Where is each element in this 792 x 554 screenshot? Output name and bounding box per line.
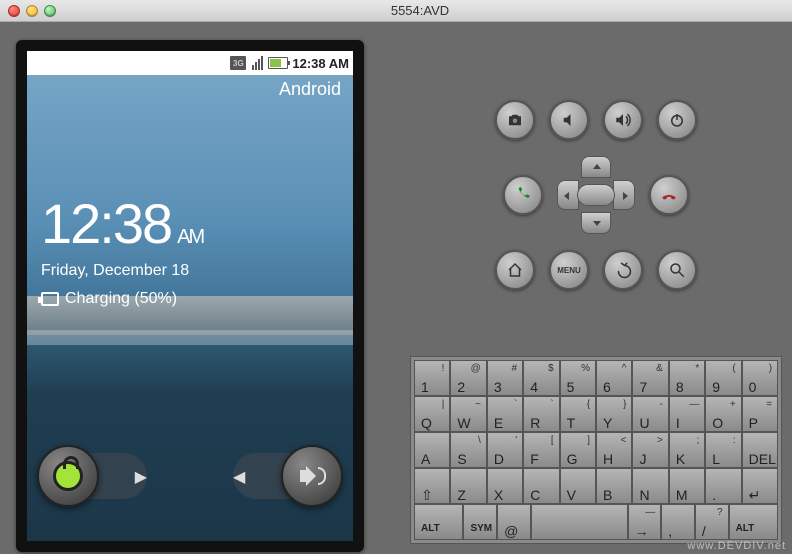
charging-status: Charging (50%)	[41, 290, 203, 308]
key-N[interactable]: N	[632, 468, 668, 504]
battery-icon	[268, 57, 288, 69]
window-titlebar: 5554:AVD	[0, 0, 792, 22]
key-SYM[interactable]: SYM	[463, 504, 497, 540]
key-7[interactable]: 7&	[632, 360, 668, 396]
signal-icon	[249, 56, 265, 70]
space-icon[interactable]	[531, 504, 628, 540]
key-H[interactable]: H<	[596, 432, 632, 468]
dpad-left-button[interactable]	[557, 180, 579, 210]
charge-icon	[41, 292, 59, 306]
phone-frame: 3G 12:38 AM Android 12:38AM Friday, Dece…	[16, 40, 364, 552]
dpad-right-button[interactable]	[613, 180, 635, 210]
delete-icon[interactable]: DEL	[742, 432, 778, 468]
back-button[interactable]	[603, 250, 643, 290]
key-P[interactable]: P=	[742, 396, 778, 432]
chevron-left-icon: ◀	[233, 467, 245, 487]
call-button[interactable]	[503, 175, 543, 215]
key-A[interactable]: A	[414, 432, 450, 468]
key-I[interactable]: I—	[669, 396, 705, 432]
key-2[interactable]: 2@	[450, 360, 486, 396]
wallpaper-decor	[27, 330, 353, 345]
network-3g-icon: 3G	[230, 56, 246, 70]
key-Z[interactable]: Z	[450, 468, 486, 504]
minimize-icon[interactable]	[26, 5, 38, 17]
key-8[interactable]: 8*	[669, 360, 705, 396]
key-C[interactable]: C	[523, 468, 559, 504]
key-W[interactable]: W~	[450, 396, 486, 432]
search-button[interactable]	[657, 250, 697, 290]
key-R[interactable]: R`	[523, 396, 559, 432]
power-button[interactable]	[657, 100, 697, 140]
window-title: 5554:AVD	[56, 3, 784, 18]
key-J[interactable]: J>	[632, 432, 668, 468]
key-5[interactable]: 5%	[560, 360, 596, 396]
volume-down-button[interactable]	[549, 100, 589, 140]
key-1[interactable]: 1!	[414, 360, 450, 396]
sound-slider[interactable]: ◀	[223, 441, 343, 511]
status-bar: 3G 12:38 AM	[27, 51, 353, 75]
key-V[interactable]: V	[560, 468, 596, 504]
key-K[interactable]: K;	[669, 432, 705, 468]
key-,[interactable]: ,	[661, 504, 695, 540]
enter-icon[interactable]: ↵	[742, 468, 778, 504]
key-E[interactable]: E`	[487, 396, 523, 432]
key-0[interactable]: 0)	[742, 360, 778, 396]
key-ALT[interactable]: ALT	[729, 504, 778, 540]
arrow-right-icon[interactable]: →—	[628, 504, 662, 540]
key-L[interactable]: L:	[705, 432, 741, 468]
lock-clock: 12:38AM	[41, 191, 203, 256]
shift-icon[interactable]: ⇧	[414, 468, 450, 504]
key-B[interactable]: B	[596, 468, 632, 504]
key-9[interactable]: 9(	[705, 360, 741, 396]
key-4[interactable]: 4$	[523, 360, 559, 396]
key-U[interactable]: U-	[632, 396, 668, 432]
key-.[interactable]: .	[705, 468, 741, 504]
watermark: www.DEVDIV.net	[687, 540, 786, 552]
key-@[interactable]: @	[497, 504, 531, 540]
carrier-label: Android	[279, 79, 341, 100]
volume-up-button[interactable]	[603, 100, 643, 140]
menu-button[interactable]: MENU	[549, 250, 589, 290]
key-S[interactable]: S\	[450, 432, 486, 468]
key-T[interactable]: T{	[560, 396, 596, 432]
key-D[interactable]: D'	[487, 432, 523, 468]
close-icon[interactable]	[8, 5, 20, 17]
maximize-icon[interactable]	[44, 5, 56, 17]
chevron-right-icon: ▶	[135, 467, 147, 487]
unlock-icon	[53, 461, 83, 491]
phone-screen[interactable]: 3G 12:38 AM Android 12:38AM Friday, Dece…	[27, 51, 353, 541]
key-ALT[interactable]: ALT	[414, 504, 463, 540]
unlock-slider[interactable]: ▶	[37, 441, 157, 511]
lock-date: Friday, December 18	[41, 262, 203, 280]
key-Q[interactable]: Q|	[414, 396, 450, 432]
end-call-button[interactable]	[649, 175, 689, 215]
camera-button[interactable]	[495, 100, 535, 140]
dpad-center-button[interactable]	[577, 184, 615, 206]
key-/[interactable]: /?	[695, 504, 729, 540]
key-F[interactable]: F[	[523, 432, 559, 468]
key-O[interactable]: O+	[705, 396, 741, 432]
dpad-down-button[interactable]	[581, 212, 611, 234]
statusbar-time: 12:38 AM	[292, 56, 349, 71]
dpad-up-button[interactable]	[581, 156, 611, 178]
key-Y[interactable]: Y}	[596, 396, 632, 432]
key-6[interactable]: 6^	[596, 360, 632, 396]
key-3[interactable]: 3#	[487, 360, 523, 396]
dpad	[557, 156, 635, 234]
sound-icon	[296, 460, 328, 492]
home-button[interactable]	[495, 250, 535, 290]
hardware-keyboard: 1!2@3#4$5%6^7&8*9(0) Q|W~E`R`T{Y}U-I—O+P=…	[410, 356, 782, 544]
key-M[interactable]: M	[669, 468, 705, 504]
key-G[interactable]: G]	[560, 432, 596, 468]
key-X[interactable]: X	[487, 468, 523, 504]
